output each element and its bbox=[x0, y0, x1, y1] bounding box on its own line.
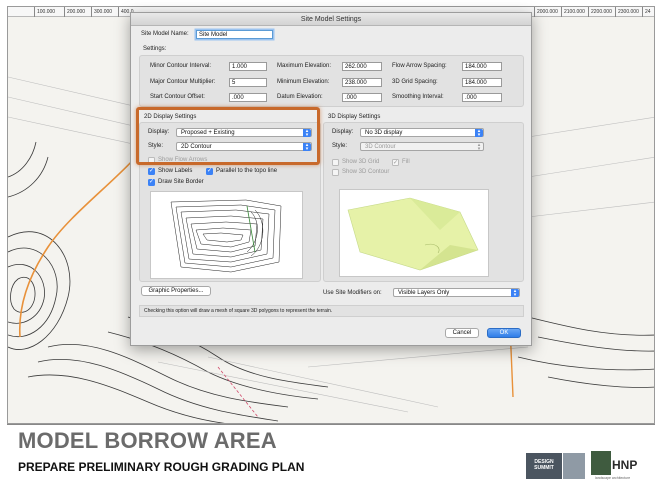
flow-arrow-spacing-label: Flow Arrow Spacing: bbox=[392, 63, 447, 69]
annotation-highlight-box bbox=[136, 107, 320, 165]
settings-group: Minor Contour Interval: 1.000 Major Cont… bbox=[139, 55, 524, 107]
ruler-tick: 2300.000 bbox=[615, 7, 639, 17]
chevron-updown-icon: ▴ ▾ bbox=[477, 142, 481, 152]
site-model-name-label: Site Model Name: bbox=[141, 31, 189, 37]
major-contour-multiplier-label: Major Contour Multiplier: bbox=[150, 79, 216, 85]
smoothing-interval-label: Smoothing Interval: bbox=[392, 94, 444, 100]
contour-preview-2d-image bbox=[170, 199, 282, 273]
datum-elevation-label: Datum Elevation: bbox=[277, 94, 323, 100]
ruler-tick: 2200.000 bbox=[588, 7, 612, 17]
ruler-tick: 2000.000 bbox=[534, 7, 558, 17]
datum-elevation-input[interactable]: .000 bbox=[342, 93, 382, 102]
draw-site-border-checkbox[interactable]: ✓ bbox=[148, 179, 155, 186]
display-3d-style-dropdown[interactable]: 3D Contour ▴ ▾ bbox=[360, 142, 484, 152]
graphic-properties-button[interactable]: Graphic Properties... bbox=[141, 286, 211, 296]
flow-arrow-spacing-input[interactable]: 184.000 bbox=[462, 62, 502, 71]
grid-spacing-3d-label: 3D Grid Spacing: bbox=[392, 79, 438, 85]
footer-divider bbox=[7, 424, 655, 425]
start-contour-offset-label: Start Contour Offset: bbox=[150, 94, 205, 100]
contour-preview-2d bbox=[150, 191, 303, 279]
ruler-tick: 2100.000 bbox=[561, 7, 585, 17]
fill-checkbox[interactable]: ✓ bbox=[392, 159, 399, 166]
minimum-elevation-input[interactable]: 238.000 bbox=[342, 78, 382, 87]
chevron-updown-icon: ▴ ▾ bbox=[475, 129, 483, 138]
display-3d-style-label: Style: bbox=[332, 143, 348, 149]
ok-button[interactable]: OK bbox=[487, 328, 521, 338]
terrain-preview-3d bbox=[339, 189, 489, 277]
presentation-slide: 100.000 200.000 300.000 400.0 2000.000 2… bbox=[0, 0, 662, 490]
show-labels-checkbox[interactable]: ✓ bbox=[148, 168, 155, 175]
display-3d-style-value: 3D Contour bbox=[365, 144, 396, 150]
site-model-settings-dialog: Site Model Settings Site Model Name: Sit… bbox=[130, 12, 532, 346]
ruler-tick: 100.000 bbox=[34, 7, 55, 17]
terrain-preview-3d-image bbox=[347, 197, 479, 271]
chevron-updown-icon: ▴ ▾ bbox=[511, 289, 519, 298]
minimum-elevation-label: Minimum Elevation: bbox=[277, 79, 330, 85]
dialog-title: Site Model Settings bbox=[131, 13, 531, 26]
display-3d-display-dropdown[interactable]: No 3D display ▴ ▾ bbox=[360, 128, 484, 138]
ruler-tick: 300.000 bbox=[91, 7, 112, 17]
design-summit-logo-mark bbox=[563, 453, 585, 479]
use-site-modifiers-label: Use Site Modifiers on: bbox=[323, 290, 382, 296]
display-3d-display-value: No 3D display bbox=[365, 130, 403, 136]
minor-contour-interval-label: Minor Contour Interval: bbox=[150, 63, 212, 69]
ruler-tick: 24 bbox=[642, 7, 651, 17]
site-model-name-input[interactable]: Site Model bbox=[196, 30, 273, 39]
slide-subtitle: PREPARE PRELIMINARY ROUGH GRADING PLAN bbox=[18, 460, 305, 474]
design-summit-logo: DESIGN SUMMIT bbox=[526, 453, 562, 479]
help-text: Checking this option will draw a mesh of… bbox=[139, 305, 524, 317]
display-3d-group: Display: No 3D display ▴ ▾ Style: 3D Cont… bbox=[323, 122, 524, 282]
hnp-logo-mark bbox=[591, 451, 611, 475]
smoothing-interval-input[interactable]: .000 bbox=[462, 93, 502, 102]
display-3d-display-label: Display: bbox=[332, 129, 354, 135]
draw-site-border-label: Draw Site Border bbox=[158, 179, 204, 185]
minor-contour-interval-input[interactable]: 1.000 bbox=[229, 62, 267, 71]
parallel-to-topo-checkbox[interactable]: ✓ bbox=[206, 168, 213, 175]
fill-label: Fill bbox=[402, 159, 410, 165]
show-labels-label: Show Labels bbox=[158, 168, 193, 174]
hnp-logo-tagline: landscape architecture bbox=[595, 476, 631, 480]
display-3d-title: 3D Display Settings bbox=[328, 114, 381, 120]
parallel-to-topo-label: Parallel to the topo line bbox=[216, 168, 278, 174]
grid-spacing-3d-input[interactable]: 184.000 bbox=[462, 78, 502, 87]
use-site-modifiers-value: Visible Layers Only bbox=[398, 290, 450, 296]
maximum-elevation-label: Maximum Elevation: bbox=[277, 63, 332, 69]
cancel-button[interactable]: Cancel bbox=[445, 328, 479, 338]
ruler-tick: 200.000 bbox=[64, 7, 85, 17]
show-3d-grid-label: Show 3D Grid bbox=[342, 159, 380, 165]
slide-title: MODEL BORROW AREA bbox=[18, 428, 277, 453]
maximum-elevation-input[interactable]: 262.000 bbox=[342, 62, 382, 71]
hnp-logo: HNP bbox=[612, 458, 638, 472]
start-contour-offset-input[interactable]: .000 bbox=[229, 93, 267, 102]
show-3d-grid-checkbox[interactable] bbox=[332, 159, 339, 166]
show-3d-contour-label: Show 3D Contour bbox=[342, 169, 390, 175]
use-site-modifiers-dropdown[interactable]: Visible Layers Only ▴ ▾ bbox=[393, 288, 520, 298]
major-contour-multiplier-input[interactable]: 5 bbox=[229, 78, 267, 87]
settings-label: Settings: bbox=[143, 46, 167, 52]
show-3d-contour-checkbox[interactable] bbox=[332, 169, 339, 176]
